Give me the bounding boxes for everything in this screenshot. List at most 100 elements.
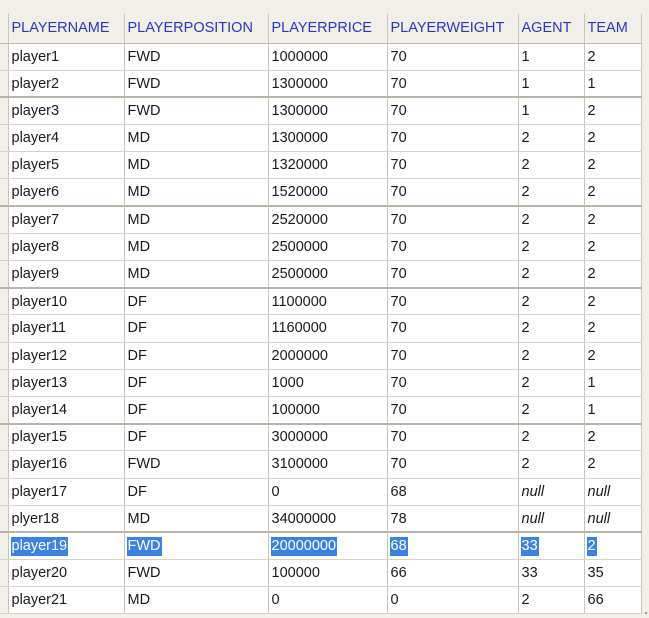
cell-playerposition[interactable]: MD	[124, 233, 269, 262]
row-gutter[interactable]	[0, 97, 9, 126]
cell-team[interactable]: 2	[584, 178, 642, 208]
row-header-corner[interactable]	[0, 14, 9, 44]
cell-playername[interactable]: player14	[8, 396, 125, 425]
cell-agent[interactable]: 2	[518, 314, 585, 343]
cell-agent[interactable]: 1	[518, 43, 585, 71]
row-gutter[interactable]	[0, 287, 9, 316]
scrollbar-grip[interactable]	[645, 612, 647, 614]
cell-playerweight[interactable]: 70	[387, 178, 519, 208]
row-gutter[interactable]	[0, 342, 9, 370]
cell-team[interactable]: 2	[584, 287, 642, 316]
cell-agent[interactable]: 2	[518, 450, 585, 479]
table-row[interactable]: player3 FWD 1300000 70 1 2	[0, 97, 642, 126]
cell-playerprice[interactable]: 0	[268, 586, 388, 615]
cell-playername[interactable]: player20	[8, 559, 125, 588]
cell-playerweight[interactable]: 70	[387, 124, 519, 153]
cell-playerweight[interactable]: 70	[387, 233, 519, 262]
row-gutter[interactable]	[0, 559, 9, 588]
cell-team[interactable]: 2	[584, 342, 642, 370]
cell-team[interactable]: 2	[584, 260, 642, 289]
table-row[interactable]: player20 FWD 100000 66 33 35	[0, 559, 642, 588]
row-gutter[interactable]	[0, 369, 9, 397]
row-gutter[interactable]	[0, 423, 9, 452]
row-gutter[interactable]	[0, 70, 9, 99]
cell-playername[interactable]: player15	[8, 423, 125, 452]
table-row[interactable]: player10 DF 1100000 70 2 2	[0, 287, 642, 316]
cell-playername[interactable]: plyer18	[8, 505, 125, 534]
cell-playername[interactable]: player10	[8, 287, 125, 316]
cell-playername[interactable]: player11	[8, 314, 125, 343]
table-row[interactable]: player21 MD 0 0 2 66	[0, 586, 642, 615]
cell-team[interactable]: 2	[584, 124, 642, 153]
cell-playerprice[interactable]: 1160000	[268, 314, 388, 343]
cell-playerweight[interactable]: 66	[387, 559, 519, 588]
cell-playerprice[interactable]: 100000	[268, 559, 388, 588]
table-row[interactable]: player14 DF 100000 70 2 1	[0, 396, 642, 425]
table-row[interactable]: player1 FWD 1000000 70 1 2	[0, 43, 642, 71]
cell-team[interactable]: 35	[584, 559, 642, 588]
cell-playername[interactable]: player3	[8, 97, 125, 126]
cell-agent[interactable]: 2	[518, 260, 585, 289]
cell-playerposition[interactable]: MD	[124, 151, 269, 180]
cell-playerweight[interactable]: 70	[387, 369, 519, 397]
row-gutter[interactable]	[0, 233, 9, 262]
column-header-playername[interactable]: PLAYERNAME	[8, 14, 125, 44]
cell-playerprice[interactable]: 34000000	[268, 505, 388, 534]
cell-playerprice[interactable]: 0	[268, 478, 388, 506]
table-row[interactable]: player15 DF 3000000 70 2 2	[0, 423, 642, 452]
cell-agent[interactable]: 1	[518, 97, 585, 126]
cell-playerweight[interactable]: 78	[387, 505, 519, 534]
cell-playerposition[interactable]: MD	[124, 505, 269, 534]
cell-playerweight[interactable]: 70	[387, 423, 519, 452]
cell-team[interactable]: 2	[584, 233, 642, 262]
cell-playername[interactable]: player6	[8, 178, 125, 208]
cell-playerposition[interactable]: MD	[124, 124, 269, 153]
cell-playerposition[interactable]: FWD	[124, 450, 269, 479]
column-header-agent[interactable]: AGENT	[518, 14, 585, 44]
cell-playername[interactable]: player19	[8, 532, 125, 561]
cell-agent[interactable]: 1	[518, 70, 585, 99]
cell-playerprice[interactable]: 1520000	[268, 178, 388, 208]
cell-team[interactable]: null	[584, 478, 642, 506]
table-row[interactable]: player17 DF 0 68 null null	[0, 478, 642, 506]
cell-playerweight[interactable]: 70	[387, 260, 519, 289]
cell-playerposition[interactable]: DF	[124, 287, 269, 316]
cell-team[interactable]: 1	[584, 396, 642, 425]
cell-playerposition[interactable]: DF	[124, 369, 269, 397]
table-row[interactable]: player8 MD 2500000 70 2 2	[0, 233, 642, 262]
cell-playername[interactable]: player16	[8, 450, 125, 479]
cell-team[interactable]: 2	[584, 151, 642, 180]
cell-playerposition[interactable]: FWD	[124, 532, 269, 561]
cell-playerweight[interactable]: 70	[387, 314, 519, 343]
cell-playerprice[interactable]: 2520000	[268, 206, 388, 234]
cell-agent[interactable]: 2	[518, 124, 585, 153]
cell-agent[interactable]: 2	[518, 206, 585, 234]
table-row[interactable]: player9 MD 2500000 70 2 2	[0, 260, 642, 289]
row-gutter[interactable]	[0, 505, 9, 534]
cell-playerweight[interactable]: 70	[387, 450, 519, 479]
cell-playerposition[interactable]: DF	[124, 396, 269, 425]
cell-playerprice[interactable]: 100000	[268, 396, 388, 425]
cell-agent[interactable]: null	[518, 505, 585, 534]
cell-team[interactable]: 2	[584, 423, 642, 452]
row-gutter[interactable]	[0, 178, 9, 208]
cell-playerposition[interactable]: FWD	[124, 559, 269, 588]
column-header-playerprice[interactable]: PLAYERPRICE	[268, 14, 388, 44]
cell-agent[interactable]: 2	[518, 342, 585, 370]
cell-playerprice[interactable]: 1300000	[268, 124, 388, 153]
cell-playername[interactable]: player4	[8, 124, 125, 153]
cell-playerweight[interactable]: 70	[387, 43, 519, 71]
cell-playerposition[interactable]: DF	[124, 423, 269, 452]
row-gutter[interactable]	[0, 532, 9, 561]
cell-playerprice[interactable]: 1320000	[268, 151, 388, 180]
cell-playerprice[interactable]: 2000000	[268, 342, 388, 370]
row-gutter[interactable]	[0, 450, 9, 479]
cell-agent[interactable]: 2	[518, 586, 585, 615]
cell-team[interactable]: null	[584, 505, 642, 534]
cell-playername[interactable]: player5	[8, 151, 125, 180]
cell-playername[interactable]: player21	[8, 586, 125, 615]
cell-playerposition[interactable]: DF	[124, 314, 269, 343]
cell-playerweight[interactable]: 70	[387, 396, 519, 425]
cell-agent[interactable]: 2	[518, 423, 585, 452]
cell-playerposition[interactable]: DF	[124, 342, 269, 370]
